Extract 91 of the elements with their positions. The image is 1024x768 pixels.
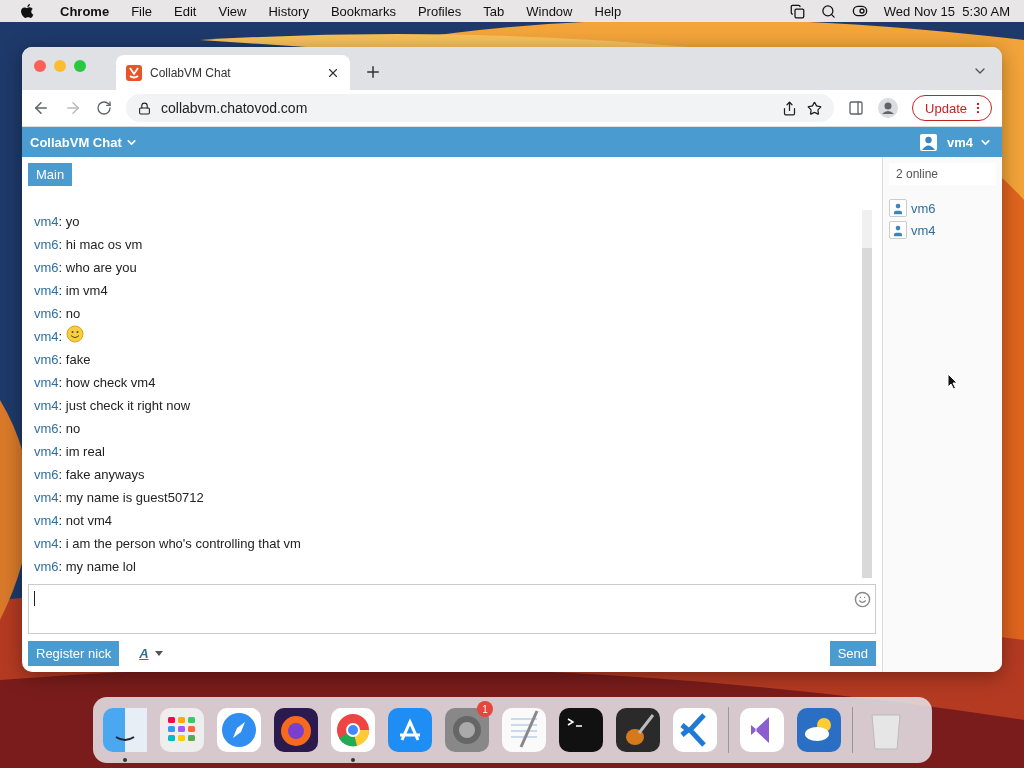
finder-icon[interactable]: [102, 707, 148, 753]
menu-item[interactable]: Tab: [483, 3, 505, 19]
message-author[interactable]: vm6: [34, 233, 59, 256]
address-bar[interactable]: collabvm.chatovod.com: [126, 94, 835, 122]
message-text: : hi mac os vm: [58, 236, 143, 254]
new-tab-icon[interactable]: [364, 63, 382, 81]
message-author[interactable]: vm4: [34, 509, 59, 532]
message-author[interactable]: vm4: [34, 440, 59, 463]
user-icon: [889, 199, 907, 217]
code-editor-icon[interactable]: [672, 707, 718, 753]
send-button[interactable]: Send: [829, 641, 876, 666]
caret-icon[interactable]: [154, 651, 163, 656]
side-panel-icon[interactable]: [848, 100, 865, 116]
register-nick-button[interactable]: Register nick: [28, 641, 120, 666]
windows-icon[interactable]: [789, 3, 805, 19]
message-author[interactable]: vm4: [34, 371, 59, 394]
notepad-icon[interactable]: [501, 707, 547, 753]
reload-icon[interactable]: [96, 100, 112, 116]
message-author[interactable]: vm6: [34, 463, 59, 486]
user-icon: [889, 221, 907, 239]
message-author[interactable]: vm6: [34, 555, 59, 578]
launchpad-icon[interactable]: [159, 707, 205, 753]
message-text: : fake anyways: [58, 466, 145, 484]
message-text: : who are you: [58, 259, 137, 277]
menu-item[interactable]: File: [131, 3, 153, 19]
message-text: : my name is guest50712: [58, 489, 204, 507]
control-center-icon[interactable]: [851, 3, 868, 19]
current-user-name[interactable]: vm4: [946, 134, 973, 150]
bookmark-star-icon[interactable]: [807, 100, 823, 116]
profile-avatar-icon[interactable]: [878, 98, 899, 118]
update-button[interactable]: Update: [912, 95, 992, 121]
menu-item[interactable]: Edit: [174, 3, 197, 19]
menu-item[interactable]: Bookmarks: [330, 3, 396, 19]
message-author[interactable]: vm4: [34, 210, 59, 233]
message-author[interactable]: vm4: [34, 394, 59, 417]
share-icon[interactable]: [782, 100, 798, 116]
gear-icon[interactable]: [444, 707, 490, 753]
notification-badge: 1: [477, 701, 493, 717]
weather-icon[interactable]: [796, 707, 842, 753]
message-text: : how check vm4: [58, 374, 156, 392]
menu-item[interactable]: Help: [594, 3, 622, 19]
browser-tab[interactable]: CollabVM Chat: [116, 55, 350, 90]
message-text: : i am the person who's controlling that vm: [58, 535, 301, 553]
message-text: : my name lol: [58, 558, 136, 576]
smiley-icon: [65, 324, 84, 343]
message-text: : just check it right now: [58, 397, 191, 415]
menu-item[interactable]: History: [268, 3, 309, 19]
user-avatar-icon[interactable]: [919, 133, 937, 151]
menu-item[interactable]: View: [218, 3, 247, 19]
guitar-icon[interactable]: [615, 707, 661, 753]
message-text: :: [58, 328, 64, 346]
app-title[interactable]: CollabVM Chat: [30, 134, 122, 150]
message-text: : not vm4: [58, 512, 113, 530]
message-text: : im vm4: [58, 282, 108, 300]
browser-icon[interactable]: [330, 707, 376, 753]
message-author[interactable]: vm4: [34, 486, 59, 509]
app-store-icon[interactable]: [387, 707, 433, 753]
message-text: : fake: [58, 351, 91, 369]
search-icon[interactable]: [820, 3, 836, 19]
mouse-pointer-icon: [947, 373, 958, 390]
online-user[interactable]: vm6: [889, 199, 996, 217]
message-author[interactable]: vm6: [34, 302, 59, 325]
message-author[interactable]: vm4: [34, 532, 59, 555]
message-text: : yo: [58, 213, 80, 231]
message-author[interactable]: vm4: [34, 279, 59, 302]
room-tab[interactable]: Main: [28, 163, 73, 186]
message-author[interactable]: vm6: [34, 256, 59, 279]
terminal-icon[interactable]: [558, 707, 604, 753]
message-text: : no: [58, 305, 81, 323]
online-count: 2 online: [889, 163, 996, 185]
message-author[interactable]: vm6: [34, 417, 59, 440]
lock-icon: [138, 101, 151, 115]
ide-icon[interactable]: [739, 707, 785, 753]
online-user[interactable]: vm4: [889, 221, 996, 239]
close-window-icon[interactable]: [34, 59, 46, 72]
emoji-icon[interactable]: [854, 591, 871, 608]
message-input[interactable]: [28, 584, 876, 634]
site-favicon-icon: [126, 64, 142, 81]
message-author[interactable]: vm4: [34, 325, 59, 348]
menu-item[interactable]: Profiles: [417, 3, 462, 19]
message-text: : no: [58, 420, 81, 438]
apple-logo-icon[interactable]: [20, 3, 34, 19]
menu-item[interactable]: Window: [526, 3, 573, 19]
app-menu[interactable]: Chrome: [60, 3, 110, 19]
scrollbar-thumb[interactable]: [862, 248, 872, 578]
message-author[interactable]: vm6: [34, 348, 59, 371]
text-format-button[interactable]: A: [133, 645, 169, 662]
menu-clock[interactable]: Wed Nov 15 5:30 AM: [883, 3, 1010, 19]
back-icon[interactable]: [32, 99, 50, 117]
message-text: : im real: [58, 443, 105, 461]
compass-icon[interactable]: [216, 707, 262, 753]
